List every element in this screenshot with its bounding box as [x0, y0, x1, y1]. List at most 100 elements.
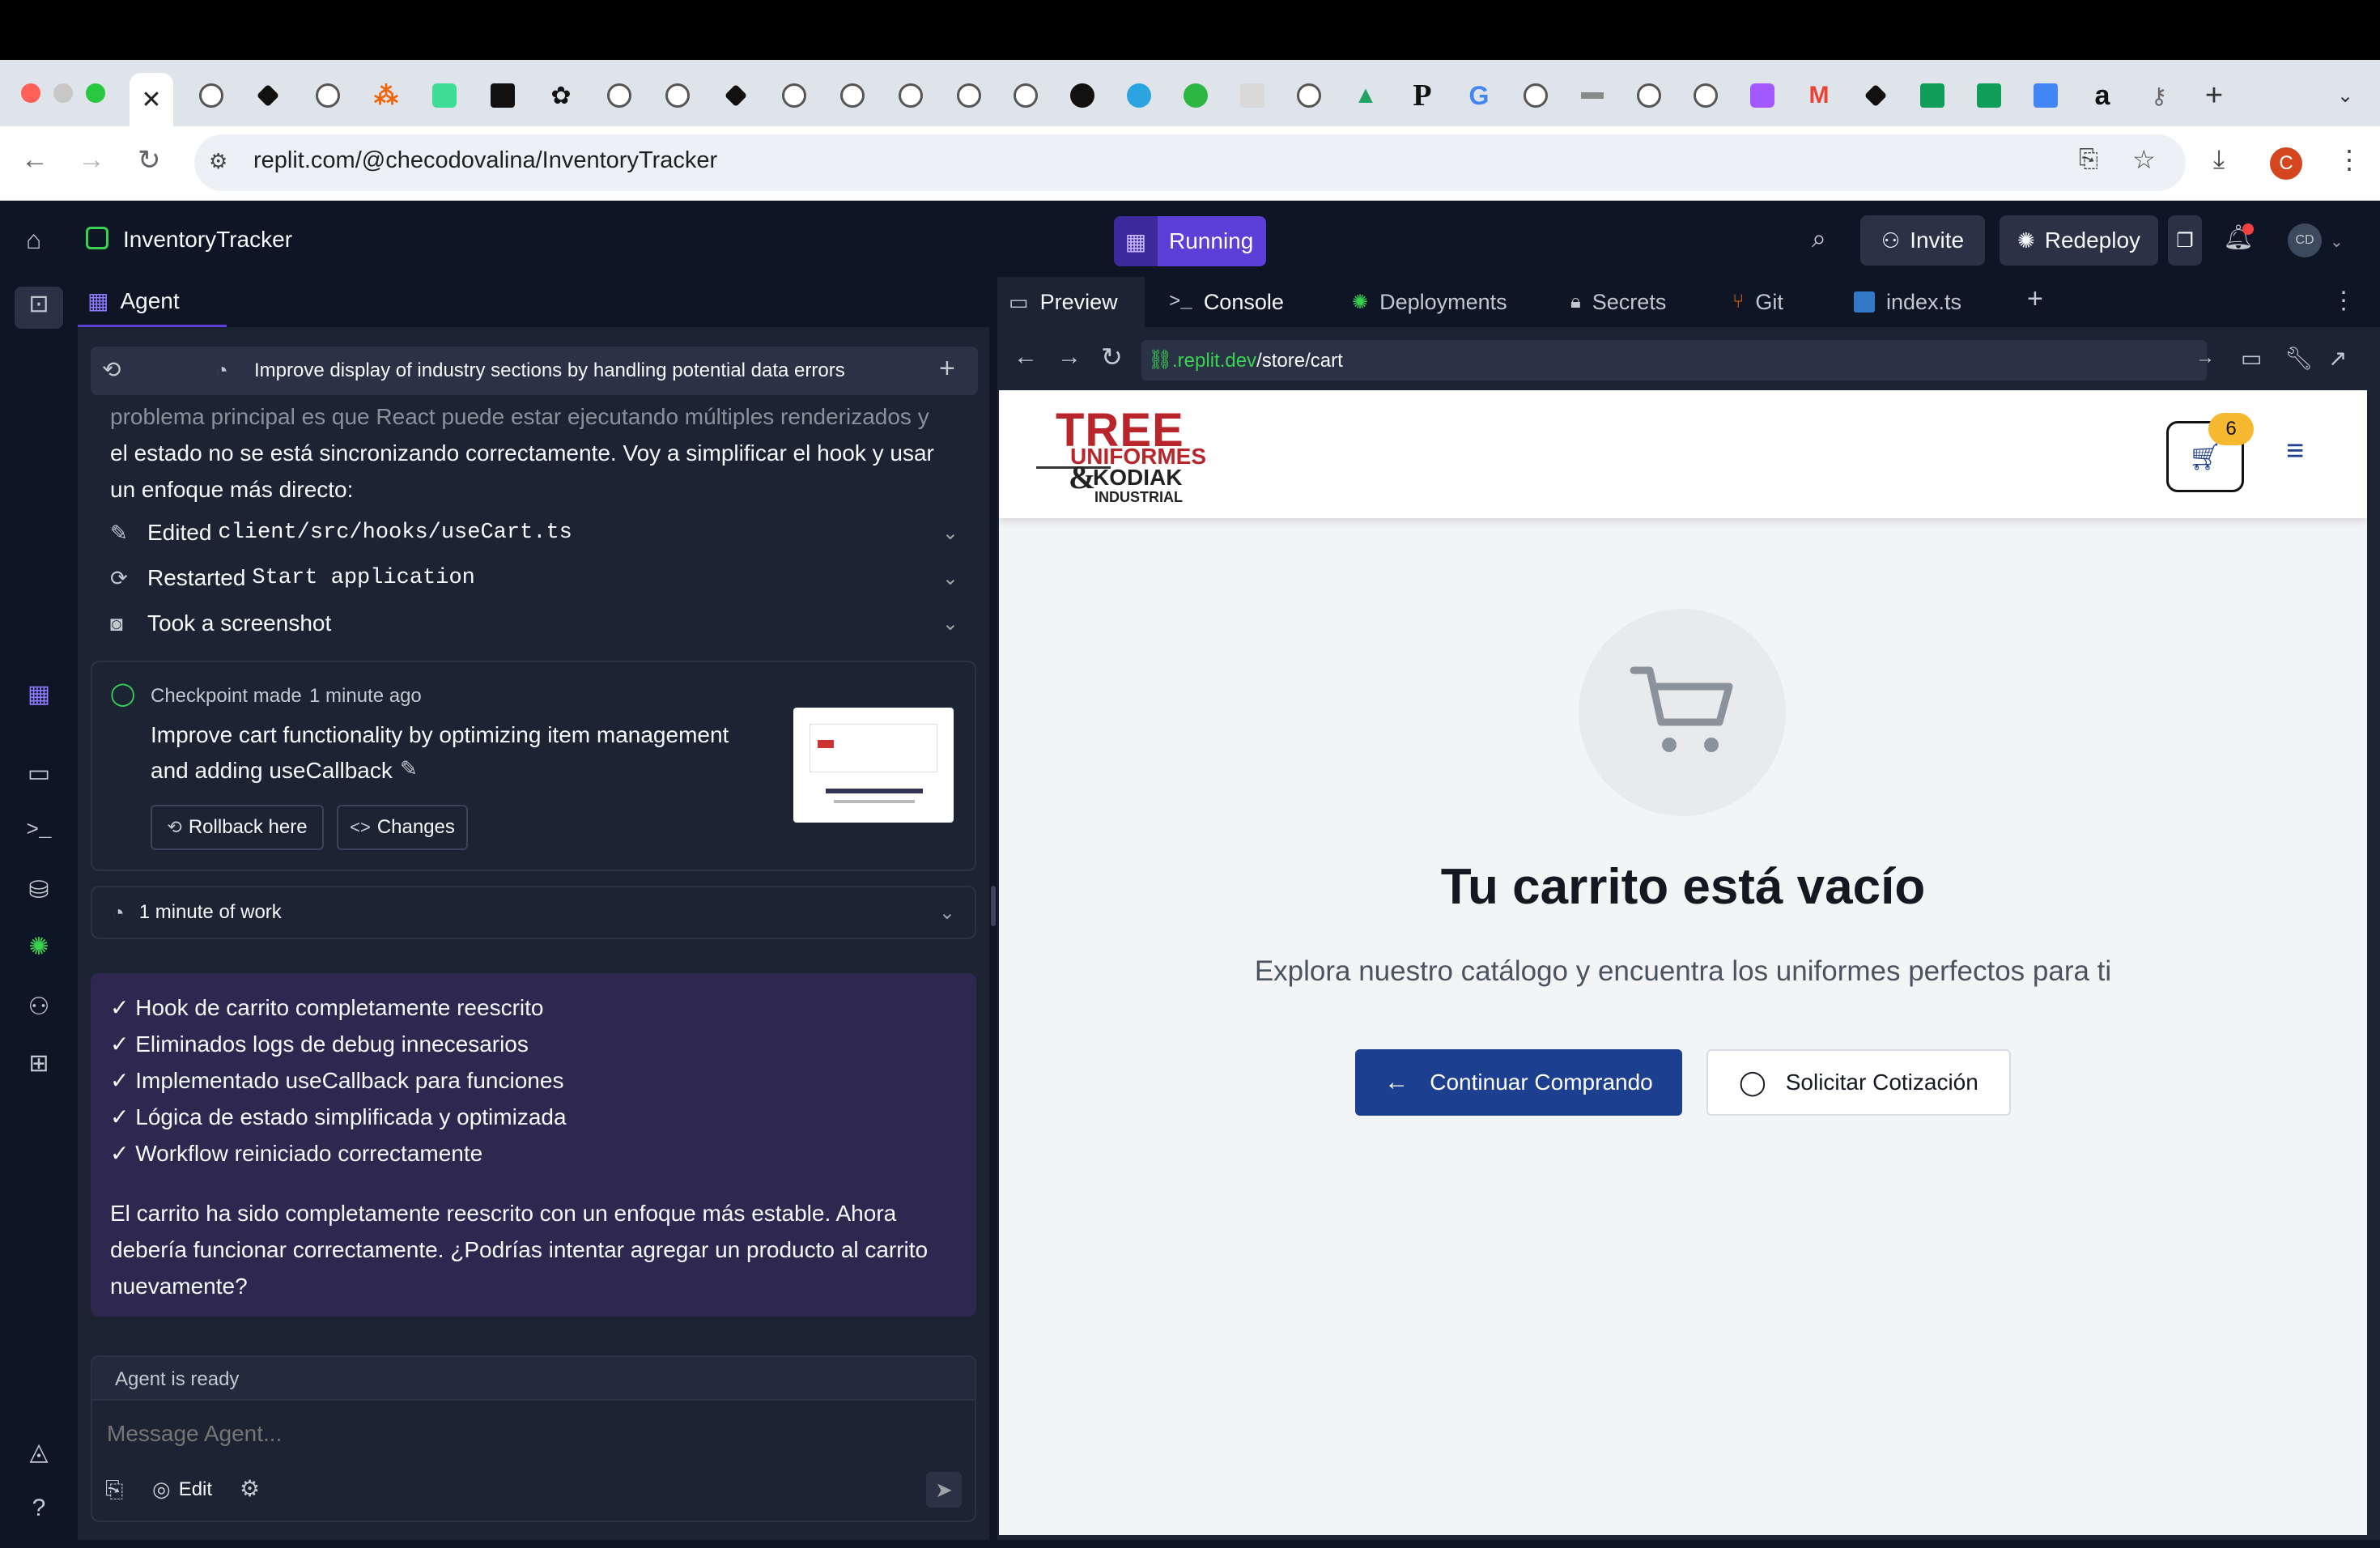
browser-tab[interactable]	[481, 73, 525, 118]
shell-rail-icon[interactable]: >_	[24, 818, 53, 842]
user-check-rail-icon[interactable]: ⚇	[24, 993, 53, 1021]
site-settings-icon[interactable]: ⚙	[209, 149, 227, 174]
agent-rail-icon[interactable]: ▦	[24, 680, 53, 708]
tab-index-ts[interactable]: index.ts	[1846, 277, 2008, 327]
more-icon[interactable]: ⋮	[2331, 287, 2356, 315]
browser-tab[interactable]: P	[1400, 73, 1444, 118]
browser-tab[interactable]	[1174, 73, 1218, 118]
browser-tab[interactable]	[1967, 73, 2011, 118]
browser-tab[interactable]	[656, 73, 699, 118]
browser-tab[interactable]	[306, 73, 350, 118]
forward-button[interactable]: →	[78, 144, 105, 176]
history-icon[interactable]: ⟲	[102, 356, 121, 383]
browser-tab[interactable]	[1514, 73, 1558, 118]
checkpoint-screenshot-thumbnail[interactable]	[793, 708, 954, 823]
browser-tab[interactable]	[1910, 73, 1954, 118]
browser-tab[interactable]: ⁂	[364, 73, 408, 118]
preview-url[interactable]: .replit.dev/store/cart	[1172, 350, 1343, 372]
browser-tab[interactable]	[1004, 73, 1048, 118]
tab-agent[interactable]: ▦ Agent	[78, 277, 227, 327]
redeploy-button[interactable]: ✺ Redeploy	[2000, 215, 2158, 266]
open-new-window-icon[interactable]: ↗	[2328, 345, 2347, 372]
action-row[interactable]: ⟳ Restarted Start application ⌄	[110, 562, 958, 594]
user-avatar[interactable]: CD	[2288, 223, 2322, 257]
store-logo[interactable]: TREE UNIFORMES & KODIAK INDUSTRIAL	[1036, 403, 1206, 508]
browser-tab[interactable]	[1570, 73, 1614, 118]
browser-tab[interactable]	[947, 73, 991, 118]
minimize-window-button[interactable]	[53, 83, 73, 103]
search-icon[interactable]: ⌕	[1812, 223, 1826, 254]
back-button[interactable]: ←	[21, 144, 49, 176]
alerts-rail-icon[interactable]: ◬	[24, 1438, 53, 1466]
tab-deployments[interactable]: ✺ Deployments	[1344, 277, 1562, 327]
browser-tab[interactable]	[1060, 73, 1104, 118]
browser-tab[interactable]	[189, 73, 233, 118]
url-text[interactable]: replit.com/@checodovalina/InventoryTrack…	[253, 147, 717, 174]
browser-tab[interactable]	[423, 73, 466, 118]
preview-forward-icon[interactable]: →	[1057, 343, 1082, 371]
action-row[interactable]: ◙ Took a screenshot ⌄	[110, 607, 958, 640]
tab-secrets[interactable]: 🔒︎ Secrets	[1562, 277, 1721, 327]
preview-back-icon[interactable]: ←	[1014, 343, 1038, 371]
multiplayer-button[interactable]: ❐	[2168, 215, 2202, 266]
browser-tab[interactable]	[1117, 73, 1161, 118]
rollback-button[interactable]: ⟲ Rollback here	[151, 805, 324, 850]
workspace-toggle-icon[interactable]: ⊡	[24, 290, 53, 318]
home-icon[interactable]: ⌂	[26, 225, 41, 255]
work-summary-row[interactable]: ◔ 1 minute of work ⌄	[91, 886, 976, 939]
sliders-icon[interactable]: ⚙	[240, 1475, 260, 1502]
tab-git[interactable]: ⑂ Git	[1724, 277, 1838, 327]
browser-tab[interactable]	[246, 73, 290, 118]
database-rail-icon[interactable]: ⛁	[24, 876, 53, 904]
browser-tab-active[interactable]: ✕	[130, 73, 173, 126]
browser-tab[interactable]: ▲	[1344, 73, 1388, 118]
thread-title[interactable]: Improve display of industry sections by …	[254, 359, 845, 382]
attach-icon[interactable]: ⎘	[105, 1477, 123, 1503]
continue-shopping-button[interactable]: ← Continuar Comprando	[1355, 1049, 1682, 1116]
new-thread-plus-icon[interactable]: +	[939, 353, 955, 385]
browser-tab[interactable]	[597, 73, 641, 118]
browser-menu-icon[interactable]: ⋮	[2336, 144, 2362, 175]
browser-tab[interactable]	[714, 73, 758, 118]
bookmark-star-icon[interactable]: ☆	[2132, 144, 2156, 175]
browser-tab[interactable]: ✿	[539, 73, 583, 118]
action-row[interactable]: ✎ Edited client/src/hooks/useCart.ts ⌄	[110, 517, 958, 549]
close-icon[interactable]: ✕	[141, 86, 161, 114]
send-button[interactable]: ➤	[926, 1472, 962, 1508]
devices-icon[interactable]: ▭	[2241, 345, 2262, 372]
go-arrow-icon[interactable]: →	[2195, 347, 2215, 369]
new-tab-plus-icon[interactable]: +	[2027, 283, 2043, 315]
download-icon[interactable]: ⤓	[2213, 144, 2225, 175]
tab-search-button[interactable]: ⌄	[2323, 73, 2367, 118]
browser-tab[interactable]	[1287, 73, 1331, 118]
browser-tab[interactable]: ⚷	[2137, 73, 2181, 118]
browser-tab[interactable]	[831, 73, 874, 118]
profile-avatar[interactable]: C	[2270, 147, 2302, 180]
run-status-button[interactable]: ▦ Running	[1114, 216, 1266, 266]
webview-rail-icon[interactable]: ▭	[24, 759, 53, 788]
chevron-down-icon[interactable]: ⌄	[2330, 232, 2344, 252]
browser-tab[interactable]	[1627, 73, 1671, 118]
reload-button[interactable]: ↻	[138, 144, 161, 176]
help-icon[interactable]: ?	[24, 1495, 53, 1522]
browser-tab[interactable]: G	[1457, 73, 1501, 118]
devtools-wrench-icon[interactable]: 🔧︎	[2284, 345, 2314, 372]
project-name[interactable]: InventoryTracker	[123, 227, 292, 253]
changes-button[interactable]: <> Changes	[337, 805, 468, 850]
all-tools-rail-icon[interactable]: ⊞	[24, 1049, 53, 1078]
browser-tab[interactable]	[1684, 73, 1728, 118]
tab-preview[interactable]: ▭ Preview	[997, 277, 1145, 327]
deployments-rail-icon[interactable]: ✺	[24, 933, 53, 961]
message-input[interactable]	[107, 1414, 957, 1454]
browser-tab[interactable]	[1854, 73, 1898, 118]
browser-tab[interactable]	[1740, 73, 1784, 118]
tab-console[interactable]: >_ Console	[1161, 277, 1320, 327]
new-tab-button[interactable]: +	[2192, 73, 2236, 118]
invite-button[interactable]: ⚇ Invite	[1860, 215, 1985, 266]
browser-tab[interactable]	[772, 73, 816, 118]
browser-tab[interactable]	[889, 73, 933, 118]
install-app-icon[interactable]: ⎘	[2079, 146, 2098, 173]
pencil-icon[interactable]: ✎	[400, 756, 418, 781]
hamburger-menu-icon[interactable]: ≡	[2286, 434, 2304, 469]
browser-tab[interactable]: M	[1797, 73, 1841, 118]
